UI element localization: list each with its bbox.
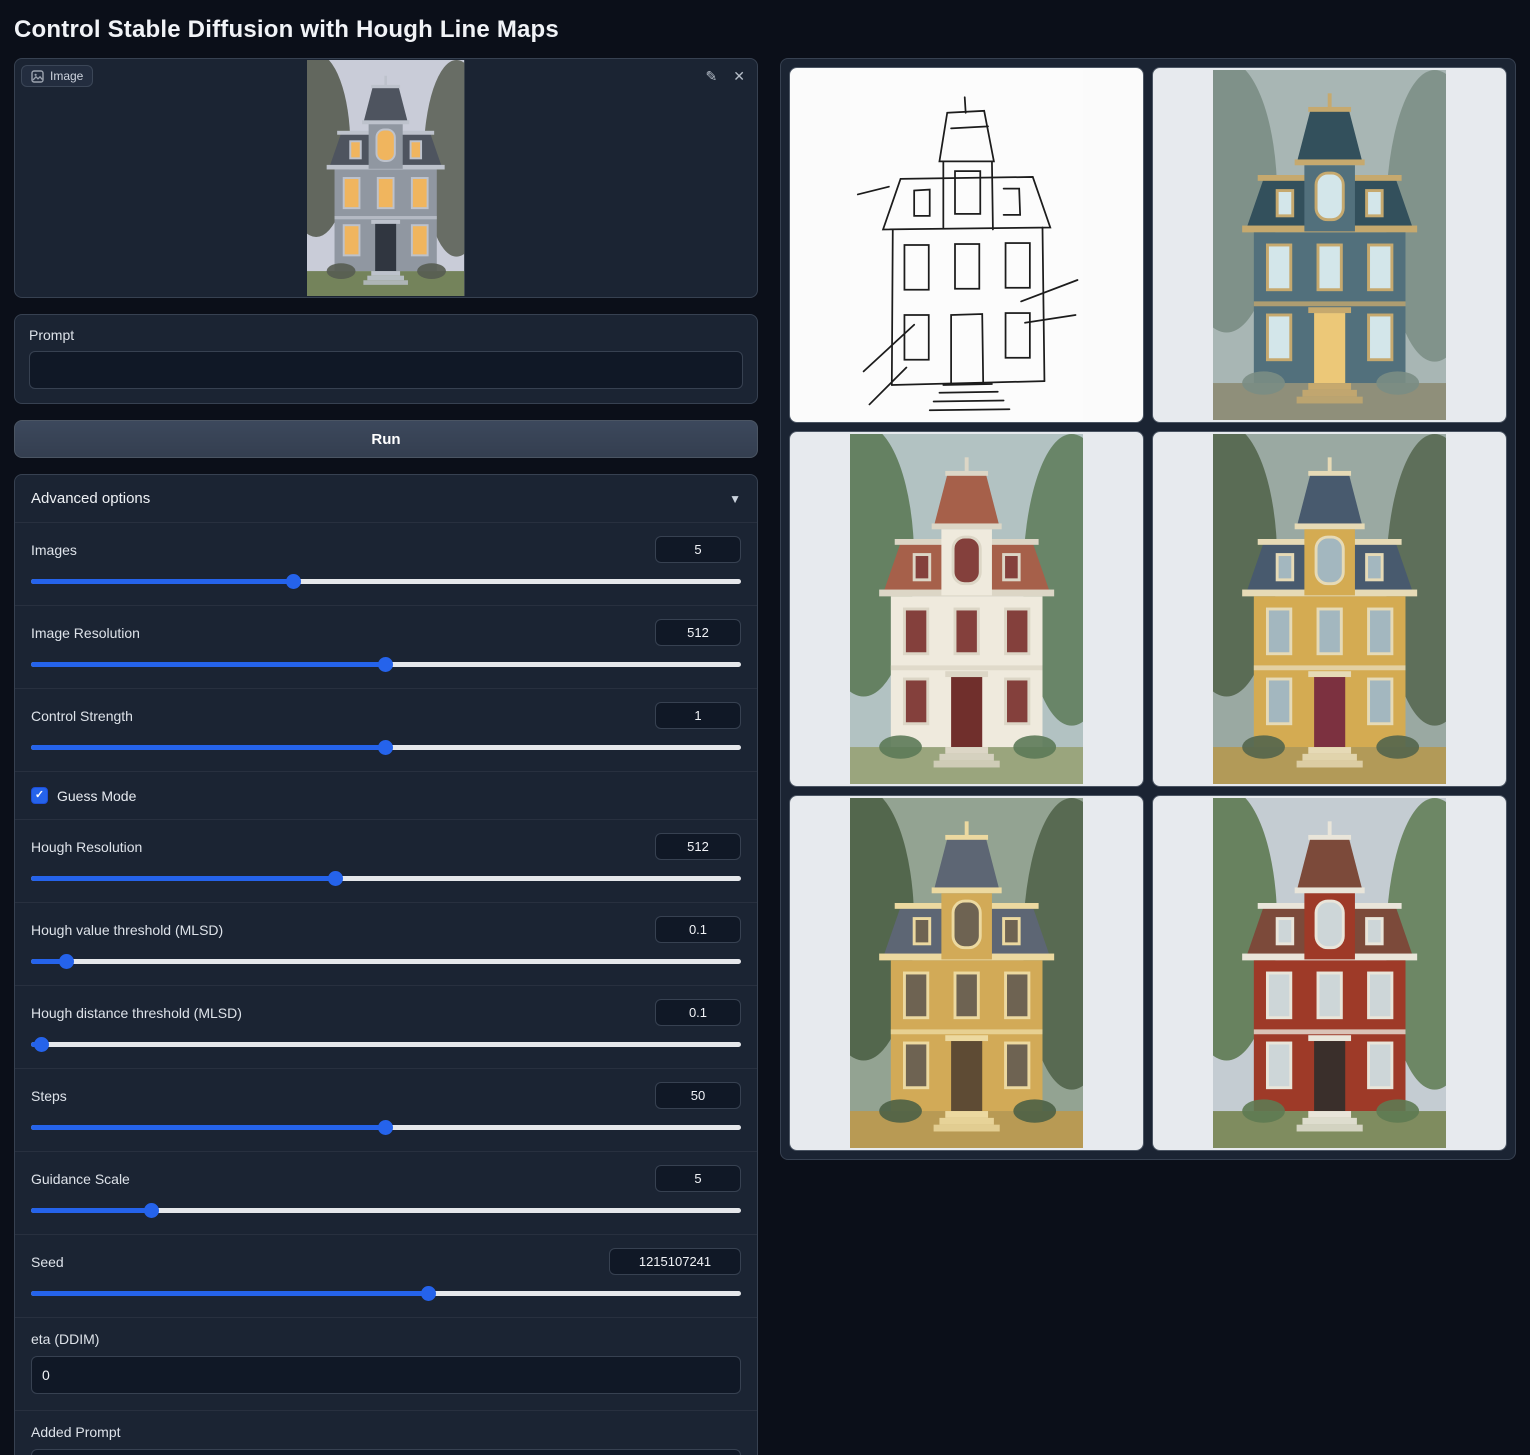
gallery-item-result-3[interactable] (1152, 431, 1507, 787)
eta-ddim-row: eta (DDIM) (15, 1317, 757, 1410)
slider-fill-bar (31, 1291, 429, 1296)
generated-image-4 (850, 798, 1083, 1148)
slider-images-handle[interactable] (286, 574, 301, 589)
slider-seed-value[interactable] (609, 1248, 741, 1275)
added-prompt-row: Added Prompt (15, 1410, 757, 1455)
slider-hough-distance-threshold-value[interactable] (655, 999, 741, 1026)
image-panel-label-text: Image (50, 69, 83, 83)
slider-fill-bar (31, 876, 336, 881)
slider-control-strength-value[interactable] (655, 702, 741, 729)
check-icon: ✓ (35, 790, 44, 801)
slider-guidance-scale-handle[interactable] (144, 1203, 159, 1218)
slider-fill-bar (31, 745, 386, 750)
added-prompt-label: Added Prompt (31, 1424, 741, 1440)
guess-mode-checkbox[interactable]: ✓ (31, 787, 48, 804)
uploaded-house-image (307, 60, 464, 296)
slider-hough-resolution: Hough Resolution (15, 819, 757, 902)
slider-hough-resolution-track[interactable] (31, 871, 741, 886)
output-gallery (780, 58, 1516, 1160)
gallery-item-result-4[interactable] (789, 795, 1144, 1151)
slider-hough-distance-threshold: Hough distance threshold (MLSD) (15, 985, 757, 1068)
slider-guidance-scale: Guidance Scale (15, 1151, 757, 1234)
slider-fill-bar (31, 1125, 386, 1130)
slider-seed-label: Seed (31, 1254, 64, 1270)
slider-hough-distance-threshold-handle[interactable] (34, 1037, 49, 1052)
image-panel-label: Image (21, 65, 93, 87)
slider-images-label: Images (31, 542, 77, 558)
slider-hough-distance-threshold-label: Hough distance threshold (MLSD) (31, 1005, 242, 1021)
slider-images: Images (15, 522, 757, 605)
slider-steps-track[interactable] (31, 1120, 741, 1135)
generated-image-5 (1213, 798, 1446, 1148)
chevron-down-icon[interactable]: ▼ (729, 492, 741, 506)
slider-images-value[interactable] (655, 536, 741, 563)
input-image-panel[interactable]: Image ✎ ✕ (14, 58, 758, 298)
slider-hough-value-threshold-track[interactable] (31, 954, 741, 969)
gallery-grid (789, 67, 1507, 1151)
slider-steps-handle[interactable] (378, 1120, 393, 1135)
slider-hough-distance-threshold-track[interactable] (31, 1037, 741, 1052)
generated-image-3 (1213, 434, 1446, 784)
eta-ddim-input[interactable] (31, 1356, 741, 1394)
slider-image-resolution-track[interactable] (31, 657, 741, 672)
slider-guidance-scale-label: Guidance Scale (31, 1171, 130, 1187)
gallery-item-result-5[interactable] (1152, 795, 1507, 1151)
slider-hough-value-threshold-label: Hough value threshold (MLSD) (31, 922, 223, 938)
output-column (780, 58, 1516, 1160)
slider-hough-resolution-value[interactable] (655, 833, 741, 860)
slider-control-strength-track[interactable] (31, 740, 741, 755)
slider-control-strength-handle[interactable] (378, 740, 393, 755)
advanced-options-title: Advanced options (31, 490, 150, 507)
added-prompt-input[interactable] (31, 1449, 741, 1455)
slider-seed-track[interactable] (31, 1286, 741, 1301)
prompt-label: Prompt (29, 327, 743, 343)
slider-image-resolution-value[interactable] (655, 619, 741, 646)
slider-hough-resolution-label: Hough Resolution (31, 839, 142, 855)
gallery-item-result-1[interactable] (1152, 67, 1507, 423)
slider-fill-bar (31, 579, 294, 584)
slider-images-track[interactable] (31, 574, 741, 589)
slider-image-resolution: Image Resolution (15, 605, 757, 688)
slider-steps-label: Steps (31, 1088, 67, 1104)
slider-guidance-scale-track[interactable] (31, 1203, 741, 1218)
hough-line-map-image (850, 70, 1083, 420)
slider-image-resolution-label: Image Resolution (31, 625, 140, 641)
slider-track-bar (31, 959, 741, 964)
slider-fill-bar (31, 662, 386, 667)
slider-steps-value[interactable] (655, 1082, 741, 1109)
slider-track-bar (31, 1042, 741, 1047)
slider-hough-value-threshold-value[interactable] (655, 916, 741, 943)
gallery-item-result-2[interactable] (789, 431, 1144, 787)
image-icon (31, 70, 44, 83)
run-button[interactable]: Run (14, 420, 758, 458)
edit-image-button[interactable]: ✎ (704, 67, 720, 85)
slider-hough-value-threshold-handle[interactable] (59, 954, 74, 969)
slider-fill-bar (31, 1208, 152, 1213)
prompt-panel: Prompt (14, 314, 758, 404)
guess-mode-label: Guess Mode (57, 788, 136, 804)
slider-control-strength-label: Control Strength (31, 708, 133, 724)
slider-seed-handle[interactable] (421, 1286, 436, 1301)
generated-image-2 (850, 434, 1083, 784)
page-title: Control Stable Diffusion with Hough Line… (0, 0, 1530, 58)
slider-control-strength: Control Strength (15, 688, 757, 771)
image-panel-actions: ✎ ✕ (704, 67, 747, 85)
app-root: Control Stable Diffusion with Hough Line… (0, 0, 1530, 1455)
gallery-item-hough-line-map[interactable] (789, 67, 1144, 423)
controls-column: Image ✎ ✕ Prompt Run Advanced options ▼ (14, 58, 758, 1455)
main-layout: Image ✎ ✕ Prompt Run Advanced options ▼ (0, 58, 1530, 1455)
advanced-options-header[interactable]: Advanced options ▼ (15, 475, 757, 522)
prompt-input[interactable] (29, 351, 743, 389)
guess-mode-row: ✓ Guess Mode (15, 771, 757, 819)
slider-seed: Seed (15, 1234, 757, 1317)
slider-guidance-scale-value[interactable] (655, 1165, 741, 1192)
slider-hough-value-threshold: Hough value threshold (MLSD) (15, 902, 757, 985)
slider-hough-resolution-handle[interactable] (328, 871, 343, 886)
advanced-options-panel: Advanced options ▼ Images (14, 474, 758, 1455)
slider-image-resolution-handle[interactable] (378, 657, 393, 672)
slider-steps: Steps (15, 1068, 757, 1151)
clear-image-button[interactable]: ✕ (731, 67, 747, 85)
generated-image-1 (1213, 70, 1446, 420)
eta-ddim-label: eta (DDIM) (31, 1331, 741, 1347)
